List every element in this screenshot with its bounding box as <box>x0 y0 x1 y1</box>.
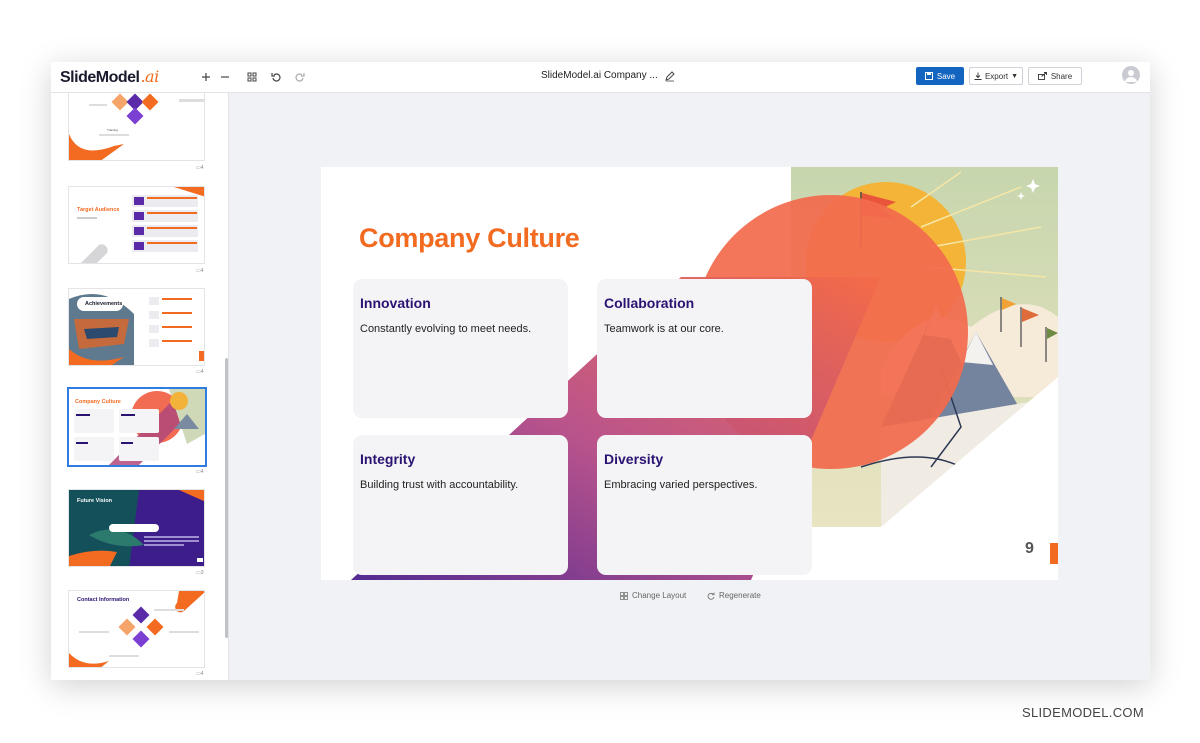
thumbnail-slide-8-active[interactable]: Company Culture <box>67 387 207 467</box>
grid-view-icon[interactable] <box>243 68 261 86</box>
thumbnail-title: Future Vision <box>77 498 113 504</box>
logo-suffix: .ai <box>140 67 159 86</box>
save-label: Save <box>936 71 956 81</box>
logo: SlideModel.ai <box>60 67 159 87</box>
thumbnail-title: Achievements <box>85 301 123 307</box>
page-number-accent <box>1050 543 1058 564</box>
thumbnail-notes-icon: ▭4 <box>196 369 204 375</box>
save-button[interactable]: Save <box>916 67 964 85</box>
thumbnail-notes-icon: ▭4 <box>196 268 204 274</box>
thumbnail-art <box>77 187 204 263</box>
export-button[interactable]: Export ▼ <box>969 67 1023 85</box>
thumbnail-title: Contact Information <box>77 597 130 603</box>
thumbnail-slide-10[interactable]: Contact Information <box>68 590 205 668</box>
culture-card-diversity[interactable]: Diversity Embracing varied perspectives. <box>597 435 812 575</box>
redo-icon[interactable] <box>291 68 309 86</box>
thumbnail-notes-icon: ▭3 <box>196 570 204 576</box>
thumbnail-slide-6[interactable]: Target Audience <box>68 186 205 264</box>
share-label: Share <box>1050 71 1073 81</box>
logo-text: SlideModel <box>60 69 140 86</box>
slide-canvas[interactable]: Company Culture Innovation Constantly ev… <box>321 167 1058 580</box>
thumbnail-notes-icon: ▭4 <box>196 165 204 171</box>
change-layout-button[interactable]: Change Layout <box>620 591 686 600</box>
card-heading: Collaboration <box>604 295 695 311</box>
thumbnail-art <box>69 93 204 160</box>
card-text: Building trust with accountability. <box>360 479 519 491</box>
app-window: SlideModel.ai SlideModel.ai Company ... … <box>51 62 1150 680</box>
thumbnail-notes-icon: ▭4 <box>196 469 204 475</box>
card-text: Embracing varied perspectives. <box>604 479 758 491</box>
card-heading: Integrity <box>360 451 416 467</box>
card-text: Constantly evolving to meet needs. <box>360 323 532 335</box>
change-layout-label: Change Layout <box>632 591 687 600</box>
share-button[interactable]: Share <box>1028 67 1082 85</box>
culture-card-collaboration[interactable]: Collaboration Teamwork is at our core. <box>597 279 812 418</box>
user-avatar-icon[interactable] <box>1122 66 1140 84</box>
thumbnail-slide-9[interactable]: Future Vision <box>68 489 205 567</box>
thumbnail-slide-7[interactable]: Achievements <box>68 288 205 366</box>
thumbnail-title: Company Culture <box>75 399 121 405</box>
slide-thumbnails-sidebar: Training ▭4 Target Audience ▭4 Achieveme… <box>51 93 229 680</box>
document-title[interactable]: SlideModel.ai Company ... <box>541 70 658 81</box>
thumbnail-slide-5[interactable]: Training <box>68 93 205 161</box>
thumbnail-notes-icon: ▭4 <box>196 671 204 677</box>
share-icon <box>1037 72 1047 80</box>
card-heading: Diversity <box>604 451 664 467</box>
zoom-out-icon[interactable] <box>216 68 234 86</box>
edit-title-icon[interactable] <box>664 69 678 83</box>
culture-card-integrity[interactable]: Integrity Building trust with accountabi… <box>353 435 568 575</box>
slide-title[interactable]: Company Culture <box>359 223 580 254</box>
regenerate-button[interactable]: Regenerate <box>707 591 761 600</box>
culture-card-innovation[interactable]: Innovation Constantly evolving to meet n… <box>353 279 568 418</box>
undo-icon[interactable] <box>267 68 285 86</box>
download-icon <box>974 72 982 80</box>
thumbnail-title: Target Audience <box>77 207 120 213</box>
slide-page-number: 9 <box>1025 540 1034 557</box>
card-text: Teamwork is at our core. <box>604 323 724 335</box>
thumbnail-text: Training <box>107 128 118 132</box>
save-icon <box>924 72 933 80</box>
zoom-in-icon[interactable] <box>197 68 215 86</box>
refresh-icon <box>707 592 715 600</box>
top-bar: SlideModel.ai SlideModel.ai Company ... … <box>51 62 1150 93</box>
card-heading: Innovation <box>360 295 431 311</box>
caret-down-icon: ▼ <box>1011 72 1019 80</box>
watermark-text: SLIDEMODEL.COM <box>1022 705 1144 720</box>
layout-grid-icon <box>620 591 628 600</box>
sidebar-scrollbar[interactable] <box>225 358 228 638</box>
regenerate-label: Regenerate <box>719 591 761 600</box>
export-label: Export <box>984 71 1009 81</box>
